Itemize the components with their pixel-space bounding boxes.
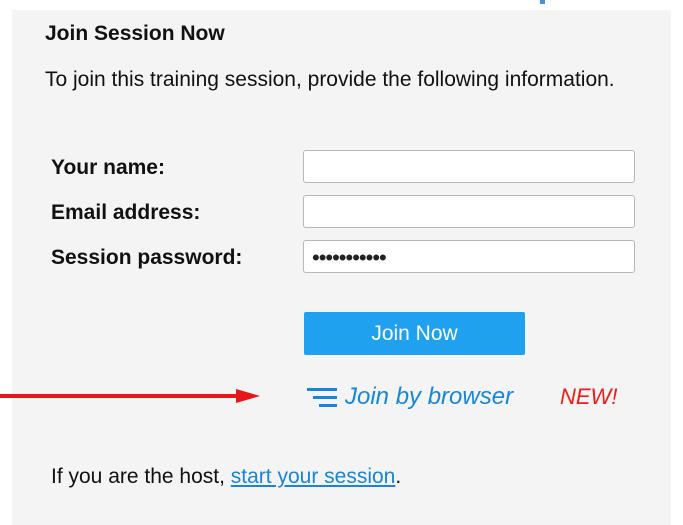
start-session-link[interactable]: start your session xyxy=(231,465,396,488)
password-masked-value: ••••••••••• xyxy=(312,245,387,270)
top-edge-mark xyxy=(540,0,545,4)
password-label: Session password: xyxy=(51,246,243,269)
menu-lines-icon xyxy=(307,388,337,407)
host-suffix: . xyxy=(395,465,402,488)
email-field[interactable] xyxy=(303,195,635,228)
red-arrow-annotation xyxy=(0,389,260,403)
join-session-page: Join Session Now To join this training s… xyxy=(0,0,683,525)
host-line: If you are the host, start your session. xyxy=(51,465,401,489)
name-field[interactable] xyxy=(303,150,635,183)
join-now-button[interactable]: Join Now xyxy=(304,312,525,355)
new-badge: NEW! xyxy=(560,384,618,409)
name-label: Your name: xyxy=(51,156,165,179)
intro-text: To join this training session, provide t… xyxy=(45,68,615,91)
host-prefix: If you are the host, xyxy=(51,465,231,488)
email-label: Email address: xyxy=(51,201,201,224)
page-title: Join Session Now xyxy=(45,22,225,45)
password-field[interactable]: ••••••••••• xyxy=(303,240,635,273)
join-by-browser-link[interactable]: Join by browser xyxy=(305,382,513,412)
join-by-browser-label: Join by browser xyxy=(345,383,514,410)
